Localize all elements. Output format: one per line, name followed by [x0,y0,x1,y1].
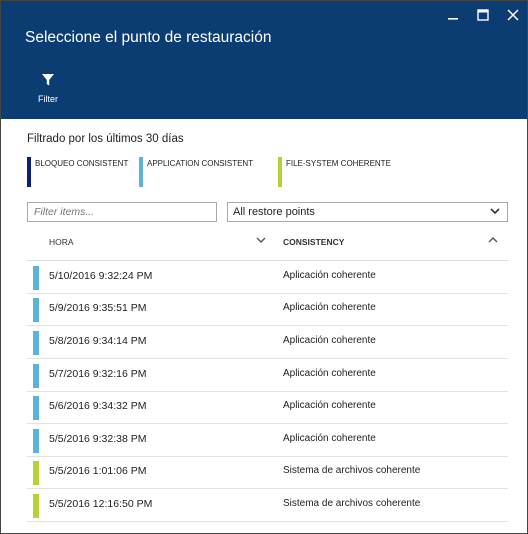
column-header-consistency[interactable]: CONSISTENCY [283,237,344,247]
filter-items-input[interactable] [27,202,217,222]
window-controls [445,7,521,23]
date-range-subtitle: Filtrado por los últimos 30 días [27,133,184,145]
row-consistency: Aplicación coherente [283,400,376,411]
row-time: 5/5/2016 12:16:50 PM [49,498,153,510]
table-row[interactable]: 5/5/2016 12:16:50 PM Sistema de archivos … [27,489,508,522]
consistency-color-stripe [33,396,39,420]
consistency-color-stripe [33,331,39,355]
row-consistency: Aplicación coherente [283,368,376,379]
consistency-color-stripe [33,298,39,322]
maximize-icon[interactable] [475,7,491,23]
chevron-down-icon [489,205,501,220]
legend-label: FILE-SYSTEM COHERENTE [286,159,391,168]
legend-swatch [139,157,143,187]
consistency-color-stripe [33,429,39,453]
row-time: 5/10/2016 9:32:24 PM [49,270,153,282]
table-row[interactable]: 5/5/2016 9:32:38 PM Aplicación coherente [27,424,508,457]
row-consistency: Aplicación coherente [283,270,376,281]
table-row[interactable]: 5/5/2016 1:01:06 PM Sistema de archivos c… [27,456,508,489]
blade-header: Seleccione el punto de restauración Filt… [1,1,527,119]
consistency-color-stripe [33,364,39,388]
restore-points-select-value: All restore points [233,206,315,218]
table-row[interactable]: 5/9/2016 9:35:51 PM Aplicación coherente [27,293,508,326]
row-consistency: Sistema de archivos coherente [283,498,421,509]
column-header-time[interactable]: HORA [49,237,74,247]
sort-consistency-chevron-up-icon[interactable] [487,233,501,247]
legend-swatch [27,157,31,187]
table-row[interactable]: 5/10/2016 9:32:24 PM Aplicación coherente [27,261,508,294]
restore-points-select[interactable]: All restore points [227,202,508,222]
page-title: Seleccione el punto de restauración [25,29,272,46]
filter-button[interactable]: Filter [31,73,65,107]
legend-label: APPLICATION CONSISTENT [147,159,254,168]
filter-funnel-icon [42,74,54,86]
row-consistency: Sistema de archivos coherente [283,465,421,476]
sort-time-chevron-down-icon[interactable] [255,233,269,247]
row-time: 5/5/2016 9:32:38 PM [49,433,147,445]
legend-swatch [278,157,282,187]
filter-button-label: Filter [38,94,58,104]
row-time: 5/7/2016 9:32:16 PM [49,368,147,380]
table-row[interactable]: 5/8/2016 9:34:14 PM Aplicación coherente [27,326,508,359]
consistency-color-stripe [33,494,39,518]
consistency-color-stripe [33,461,39,485]
table-row[interactable]: 5/6/2016 9:34:32 PM Aplicación coherente [27,391,508,424]
row-consistency: Aplicación coherente [283,302,376,313]
row-consistency: Aplicación coherente [283,433,376,444]
close-icon[interactable] [505,7,521,23]
minimize-icon[interactable] [445,7,461,23]
row-time: 5/6/2016 9:34:32 PM [49,400,147,412]
row-time: 5/9/2016 9:35:51 PM [49,302,147,314]
consistency-color-stripe [33,266,39,290]
table-row[interactable]: 5/7/2016 9:32:16 PM Aplicación coherente [27,359,508,392]
legend-label: BLOQUEO CONSISTENT [35,159,129,168]
row-time: 5/8/2016 9:34:14 PM [49,335,147,347]
row-consistency: Aplicación coherente [283,335,376,346]
restore-point-blade: Seleccione el punto de restauración Filt… [0,0,528,534]
row-time: 5/5/2016 1:01:06 PM [49,465,147,477]
